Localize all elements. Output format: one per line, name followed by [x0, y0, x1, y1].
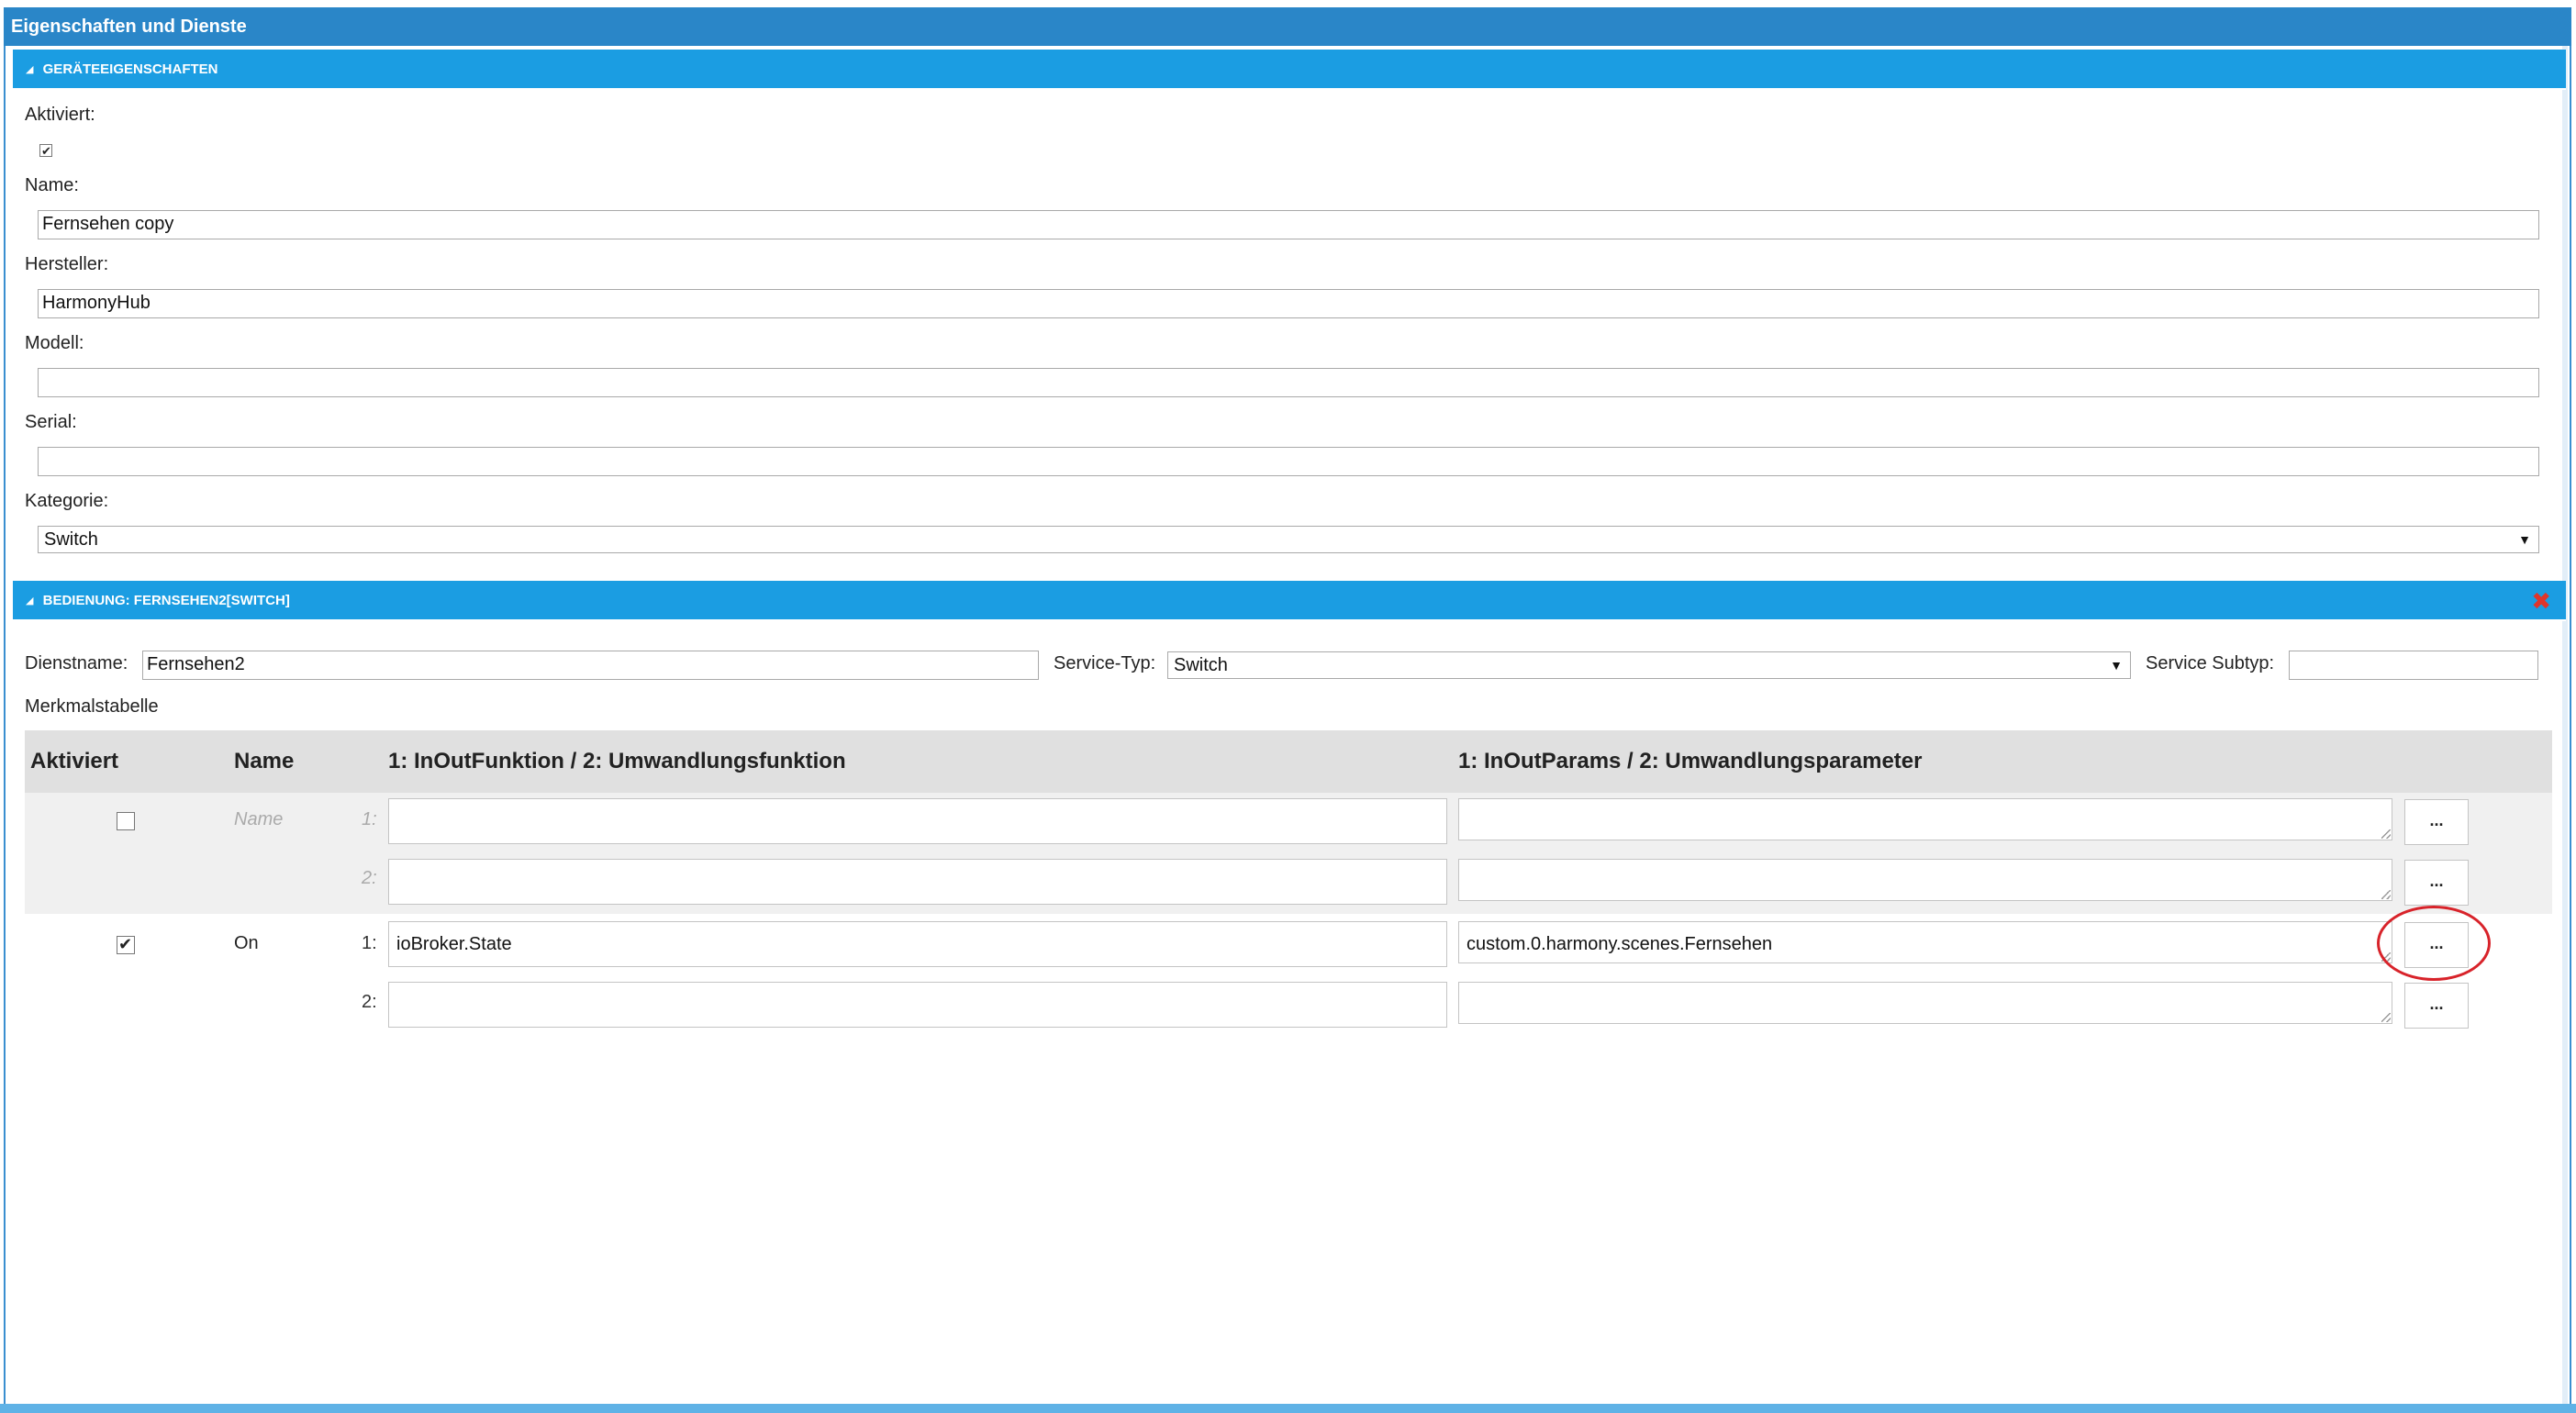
aktiviert-checkbox[interactable]: ✔ — [39, 144, 52, 158]
dropdown-caret-icon: ▼ — [2110, 658, 2123, 673]
service-header[interactable]: ◢ BEDIENUNG: FERNSEHEN2[SWITCH] ✖ — [13, 581, 2566, 621]
resize-handle-icon[interactable] — [2381, 952, 2391, 962]
resize-handle-icon[interactable] — [2381, 890, 2391, 899]
kategorie-select[interactable]: Switch ▼ — [38, 526, 2539, 553]
service-typ-label: Service-Typ: — [1054, 653, 1156, 673]
hersteller-label: Hersteller: — [25, 254, 109, 274]
checkmark-icon: ✔ — [41, 144, 51, 158]
window-bottom-border — [0, 1404, 2576, 1413]
aktiviert-label: Aktiviert: — [25, 105, 95, 125]
window-title: Eigenschaften und Dienste — [4, 7, 2571, 46]
column-header-params: 1: InOutParams / 2: Umwandlungsparameter — [1458, 749, 1923, 773]
row-2-param-2-textarea[interactable] — [1458, 982, 2392, 1024]
dienstname-label: Dienstname: — [25, 653, 128, 673]
resize-handle-icon[interactable] — [2381, 1013, 2391, 1022]
name-label: Name: — [25, 175, 79, 195]
row-2-param-1-value: custom.0.harmony.scenes.Fernsehen — [1466, 934, 1773, 954]
dropdown-caret-icon: ▼ — [2518, 532, 2531, 547]
row-1-line-1-label: 1: — [362, 809, 377, 829]
row-2-function-1-input[interactable]: ioBroker.State — [388, 921, 1447, 967]
row-1-line-2-label: 2: — [362, 868, 377, 888]
row-2-name: On — [234, 933, 259, 953]
device-properties-header[interactable]: ◢ GERÄTEEIGENSCHAFTEN — [13, 50, 2566, 90]
collapse-triangle-icon[interactable]: ◢ — [26, 64, 33, 75]
row-1-name-placeholder[interactable]: Name — [234, 809, 283, 830]
hersteller-field[interactable]: HarmonyHub — [38, 289, 2539, 318]
row-1-function-2-input[interactable] — [388, 859, 1447, 905]
row-1-param-2-textarea[interactable] — [1458, 859, 2392, 901]
name-field[interactable]: Fernsehen copy — [38, 210, 2539, 239]
device-properties-title: GERÄTEEIGENSCHAFTEN — [42, 61, 218, 77]
delete-service-icon[interactable]: ✖ — [2531, 581, 2551, 621]
row-2-param-1-edit-button[interactable]: ... — [2404, 922, 2469, 968]
characteristics-table-header: Aktiviert Name 1: InOutFunktion / 2: Umw… — [25, 730, 2552, 793]
serial-field[interactable] — [38, 447, 2539, 476]
column-header-name: Name — [234, 749, 295, 773]
row-2-param-1-textarea[interactable]: custom.0.harmony.scenes.Fernsehen — [1458, 921, 2392, 963]
collapse-triangle-icon[interactable]: ◢ — [26, 595, 33, 606]
service-header-title: BEDIENUNG: FERNSEHEN2[SWITCH] — [42, 593, 290, 608]
dienstname-field[interactable]: Fernsehen2 — [142, 651, 1039, 680]
row-1-param-2-edit-button[interactable]: ... — [2404, 860, 2469, 906]
service-typ-selected-value: Switch — [1174, 655, 1228, 675]
row-1-param-1-textarea[interactable] — [1458, 798, 2392, 840]
modell-label: Modell: — [25, 333, 84, 353]
merkmalstabelle-label: Merkmalstabelle — [25, 696, 159, 717]
row-2-line-1-label: 1: — [362, 933, 377, 953]
column-header-aktiviert: Aktiviert — [30, 749, 119, 773]
modell-field[interactable] — [38, 368, 2539, 397]
column-header-function: 1: InOutFunktion / 2: Umwandlungsfunktio… — [388, 749, 846, 773]
serial-label: Serial: — [25, 412, 77, 432]
checkmark-icon: ✔ — [118, 935, 133, 953]
kategorie-selected-value: Switch — [44, 529, 98, 550]
kategorie-label: Kategorie: — [25, 491, 109, 511]
service-typ-select[interactable]: Switch ▼ — [1167, 651, 2131, 679]
row-2-param-2-edit-button[interactable]: ... — [2404, 983, 2469, 1029]
row-1-param-1-edit-button[interactable]: ... — [2404, 799, 2469, 845]
window-scroll-edge — [2562, 7, 2568, 1407]
row-1-aktiviert-checkbox[interactable] — [117, 812, 135, 830]
resize-handle-icon[interactable] — [2381, 829, 2391, 839]
service-subtyp-field[interactable] — [2289, 651, 2538, 680]
service-subtyp-label: Service Subtyp: — [2146, 653, 2275, 673]
row-1-function-1-input[interactable] — [388, 798, 1447, 844]
row-2-line-2-label: 2: — [362, 992, 377, 1012]
row-2-aktiviert-checkbox[interactable]: ✔ — [117, 935, 135, 954]
row-2-function-2-input[interactable] — [388, 982, 1447, 1028]
